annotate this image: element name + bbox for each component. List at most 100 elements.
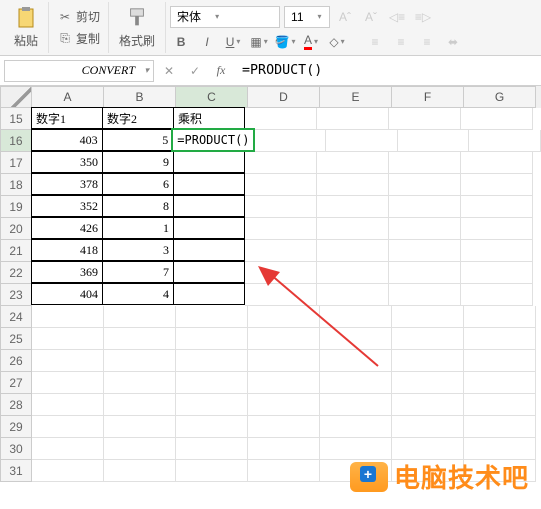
cell[interactable] <box>461 284 533 306</box>
col-header-e[interactable]: E <box>320 86 392 108</box>
cell[interactable] <box>32 460 104 482</box>
cell[interactable] <box>464 350 536 372</box>
bold-button[interactable]: B <box>170 31 192 53</box>
cell[interactable] <box>317 152 389 174</box>
paste-button[interactable]: 粘贴 <box>8 4 44 51</box>
cell[interactable] <box>104 372 176 394</box>
align-left-button[interactable]: ≡ <box>364 31 386 53</box>
cell[interactable] <box>326 130 398 152</box>
cell[interactable]: 数字1 <box>31 107 103 129</box>
cell[interactable] <box>104 460 176 482</box>
cell[interactable] <box>320 306 392 328</box>
cell[interactable] <box>32 306 104 328</box>
cell[interactable] <box>173 261 245 283</box>
cell[interactable]: 乘积 <box>173 107 245 129</box>
cell[interactable] <box>317 108 389 130</box>
cell[interactable] <box>464 416 536 438</box>
cell[interactable] <box>173 239 245 261</box>
cell[interactable] <box>176 460 248 482</box>
cell[interactable] <box>320 372 392 394</box>
cell[interactable] <box>245 196 317 218</box>
cell[interactable] <box>104 394 176 416</box>
cell[interactable] <box>320 394 392 416</box>
row-header[interactable]: 25 <box>0 328 32 350</box>
cell[interactable]: 3 <box>102 239 174 261</box>
row-header[interactable]: 27 <box>0 372 32 394</box>
row-header[interactable]: 29 <box>0 416 32 438</box>
col-header-g[interactable]: G <box>464 86 536 108</box>
cell[interactable] <box>317 174 389 196</box>
cell[interactable] <box>104 306 176 328</box>
cell[interactable] <box>176 372 248 394</box>
cell[interactable]: 426 <box>31 217 103 239</box>
cell[interactable] <box>389 284 461 306</box>
cell[interactable]: 5 <box>102 129 174 151</box>
col-header-a[interactable]: A <box>32 86 104 108</box>
copy-button[interactable]: ⎘ 复制 <box>53 28 104 49</box>
row-header[interactable]: 26 <box>0 350 32 372</box>
cell[interactable] <box>176 328 248 350</box>
decrease-font-button[interactable]: Aˇ <box>360 6 382 28</box>
cell[interactable] <box>245 152 317 174</box>
cell[interactable] <box>317 284 389 306</box>
cell[interactable] <box>464 328 536 350</box>
select-all-corner[interactable] <box>0 86 32 108</box>
cell[interactable] <box>389 174 461 196</box>
font-name-dropdown[interactable]: 宋体▾ <box>170 6 280 28</box>
cell[interactable] <box>245 284 317 306</box>
row-header[interactable]: 28 <box>0 394 32 416</box>
cell[interactable]: =PRODUCT() <box>172 129 254 151</box>
cell[interactable] <box>173 195 245 217</box>
cell[interactable]: 8 <box>102 195 174 217</box>
cell[interactable] <box>248 306 320 328</box>
cell[interactable] <box>176 306 248 328</box>
cell[interactable] <box>104 438 176 460</box>
align-right-button[interactable]: ≡ <box>416 31 438 53</box>
cell[interactable] <box>464 394 536 416</box>
cell[interactable] <box>469 130 541 152</box>
cell[interactable] <box>320 350 392 372</box>
cell[interactable]: 1 <box>102 217 174 239</box>
cell[interactable] <box>32 416 104 438</box>
increase-indent-button[interactable]: ≡▷ <box>412 6 434 28</box>
cell[interactable] <box>392 328 464 350</box>
font-size-dropdown[interactable]: 11▾ <box>284 6 330 28</box>
formula-input[interactable] <box>236 60 537 82</box>
cell[interactable] <box>248 328 320 350</box>
row-header[interactable]: 18 <box>0 174 32 196</box>
cell[interactable]: 350 <box>31 151 103 173</box>
cell[interactable] <box>392 306 464 328</box>
accept-formula-button[interactable]: ✓ <box>184 60 206 82</box>
cell[interactable] <box>317 196 389 218</box>
cell[interactable] <box>320 328 392 350</box>
cell[interactable] <box>104 350 176 372</box>
cell[interactable]: 数字2 <box>102 107 174 129</box>
italic-button[interactable]: I <box>196 31 218 53</box>
cell[interactable] <box>32 328 104 350</box>
increase-font-button[interactable]: Aˆ <box>334 6 356 28</box>
cell[interactable] <box>389 108 461 130</box>
cell[interactable] <box>398 130 470 152</box>
fx-button[interactable]: fx <box>210 60 232 82</box>
name-box[interactable]: CONVERT ▾ <box>4 60 154 82</box>
cell[interactable] <box>317 262 389 284</box>
cell[interactable] <box>461 196 533 218</box>
cell[interactable] <box>392 438 464 460</box>
cell[interactable] <box>245 108 317 130</box>
cell[interactable] <box>104 328 176 350</box>
cell[interactable] <box>248 438 320 460</box>
cell[interactable] <box>176 416 248 438</box>
cell[interactable] <box>389 152 461 174</box>
cell[interactable] <box>173 173 245 195</box>
underline-button[interactable]: U▾ <box>222 31 244 53</box>
cell[interactable] <box>320 438 392 460</box>
format-painter-button[interactable]: 格式刷 <box>113 4 161 51</box>
cell[interactable] <box>245 174 317 196</box>
border-button[interactable]: ▦▾ <box>248 31 270 53</box>
cell[interactable] <box>245 240 317 262</box>
cell[interactable]: 9 <box>102 151 174 173</box>
cell[interactable] <box>389 262 461 284</box>
cell[interactable] <box>461 218 533 240</box>
cancel-formula-button[interactable]: ✕ <box>158 60 180 82</box>
cell[interactable] <box>461 108 533 130</box>
